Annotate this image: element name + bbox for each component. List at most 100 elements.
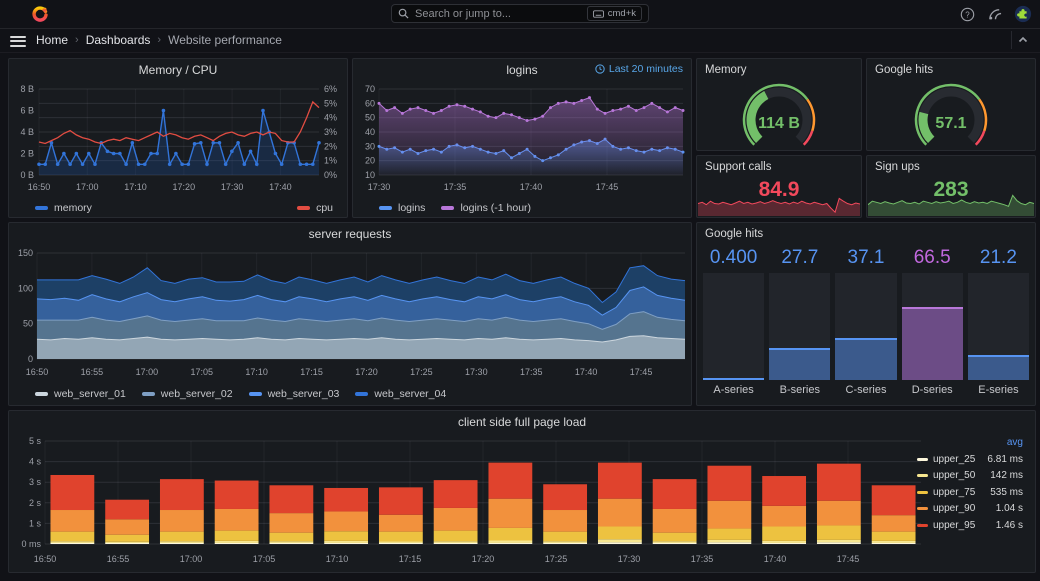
legend-item[interactable]: cpu — [297, 202, 333, 214]
legend-item[interactable]: web_server_02 — [141, 388, 233, 400]
svg-text:17:35: 17:35 — [520, 367, 543, 377]
menu-toggle-icon[interactable] — [10, 33, 26, 47]
bar-gauge-fill — [769, 348, 831, 380]
legend-avg-value: 1.46 s — [995, 519, 1023, 531]
legend-item[interactable]: memory — [35, 202, 92, 214]
legend-item[interactable]: upper_95 1.46 s — [917, 517, 1025, 534]
panel-sign-ups: Sign ups 283 — [866, 155, 1036, 218]
time-range-badge[interactable]: Last 20 minutes — [595, 63, 683, 75]
bar-gauge-label: A-series — [713, 384, 754, 396]
panel-support-calls: Support calls 84.9 — [696, 155, 862, 218]
svg-text:17:30: 17:30 — [368, 182, 391, 192]
svg-text:2 B: 2 B — [20, 149, 34, 159]
svg-text:17:05: 17:05 — [190, 367, 213, 377]
bar-gauge-value: 0.400 — [709, 247, 758, 268]
bar-gauge-fill — [835, 338, 897, 380]
svg-text:50: 50 — [23, 319, 33, 329]
legend-item[interactable]: web_server_04 — [355, 388, 446, 400]
legend-item[interactable]: upper_75 535 ms — [917, 484, 1025, 501]
svg-text:17:35: 17:35 — [444, 182, 467, 192]
bar-gauge-track[interactable] — [703, 273, 765, 380]
server-requests-chart[interactable]: 0 50 100 150 16:50 16:55 17:00 17:05 17:10 17:15 1… — [9, 245, 691, 381]
svg-text:3 s: 3 s — [29, 477, 42, 487]
legend-avg-value: 535 ms — [990, 486, 1023, 498]
panel-title[interactable]: Google hits — [697, 223, 1035, 240]
bar-gauge-fill — [703, 377, 765, 380]
panel-memory-cpu: Memory / CPU 0% 1% 2% 3% 4% 5% 6% 0 B 2 B 4 B 6 B 8… — [8, 58, 348, 218]
panel-title[interactable]: client side full page load — [9, 411, 1035, 433]
bar-gauge-column[interactable]: 37.1 C-series — [835, 247, 897, 399]
keyboard-icon — [592, 9, 604, 18]
svg-text:17:35: 17:35 — [691, 554, 714, 564]
legend-swatch — [917, 523, 928, 527]
legend-item[interactable]: logins — [379, 202, 425, 214]
legend-swatch — [917, 507, 928, 511]
bar-gauge-label: E-series — [978, 384, 1019, 396]
bar-gauge-track[interactable] — [769, 273, 831, 380]
news-icon[interactable] — [987, 7, 1002, 22]
svg-text:17:45: 17:45 — [596, 182, 619, 192]
svg-text:16:50: 16:50 — [26, 367, 49, 377]
panel-title[interactable]: server requests — [9, 223, 691, 245]
user-avatar[interactable] — [1014, 5, 1032, 23]
panel-title[interactable]: Support calls — [697, 156, 861, 173]
svg-text:4 B: 4 B — [20, 127, 34, 137]
legend-item[interactable]: upper_25 6.81 ms — [917, 451, 1025, 468]
panel-title[interactable]: Memory / CPU — [9, 59, 347, 81]
svg-text:17:40: 17:40 — [764, 554, 787, 564]
top-nav: Search or jump to... cmd+k ? — [0, 0, 1040, 29]
legend-item[interactable]: upper_90 1.04 s — [917, 501, 1025, 518]
svg-text:40: 40 — [365, 127, 375, 137]
breadcrumb-dashboards[interactable]: Dashboards — [86, 33, 151, 47]
svg-text:17:20: 17:20 — [472, 554, 495, 564]
client-load-legend: avg upper_25 6.81 ms upper_50 142 ms upper_75… — [917, 437, 1025, 534]
memory-gauge: 114 B — [742, 83, 816, 146]
bar-gauge-column[interactable]: 21.2 E-series — [967, 247, 1030, 399]
bar-gauge-track[interactable] — [901, 273, 963, 380]
svg-text:20: 20 — [365, 156, 375, 166]
svg-text:16:50: 16:50 — [34, 554, 57, 564]
google-hits-gauge: 57.1 — [914, 83, 988, 146]
legend-item[interactable]: web_server_01 — [35, 388, 126, 400]
bar-gauge-track[interactable] — [835, 273, 897, 380]
bar-gauge-value: 27.7 — [781, 247, 819, 268]
panel-title[interactable]: Sign ups — [867, 156, 1035, 173]
bar-gauge-value: 21.2 — [979, 247, 1017, 268]
svg-text:4 s: 4 s — [29, 457, 42, 467]
panel-logins: logins Last 20 minutes 10 20 30 40 50 60 70 17:… — [352, 58, 692, 218]
legend-item[interactable]: logins (-1 hour) — [441, 202, 531, 214]
bar-gauge-column[interactable]: 0.400 A-series — [703, 247, 765, 399]
logins-chart[interactable]: 10 20 30 40 50 60 70 17:30 17:35 17:40 17:45 — [353, 81, 691, 195]
svg-text:17:40: 17:40 — [520, 182, 543, 192]
search-input[interactable]: Search or jump to... cmd+k — [391, 4, 649, 23]
client-load-chart[interactable]: 0 ms 1 s 2 s 3 s 4 s 5 s 16:50 16:55 17:00 17:05 1… — [9, 433, 1035, 570]
legend-avg-value: 6.81 ms — [987, 453, 1023, 465]
bar-gauge-fill — [967, 355, 1030, 380]
legend-item[interactable]: web_server_03 — [248, 388, 339, 400]
svg-text:17:30: 17:30 — [618, 554, 641, 564]
bar-gauge-value: 66.5 — [913, 247, 951, 268]
bar-gauge-column[interactable]: 27.7 B-series — [769, 247, 831, 399]
svg-text:0 ms: 0 ms — [21, 539, 41, 549]
legend-swatch — [917, 474, 928, 478]
bar-gauge-track[interactable] — [967, 273, 1030, 380]
svg-text:17:20: 17:20 — [173, 182, 196, 192]
legend-item[interactable]: upper_50 142 ms — [917, 468, 1025, 485]
svg-text:57.1: 57.1 — [935, 115, 966, 132]
help-icon[interactable]: ? — [960, 7, 975, 22]
bar-gauge-fill — [901, 306, 963, 380]
logins-legend: logins logins (-1 hour) — [353, 200, 691, 214]
panel-title[interactable]: Memory — [697, 59, 861, 76]
bar-gauge-column[interactable]: 66.5 D-series — [901, 247, 963, 399]
panel-title[interactable]: Google hits — [867, 59, 1035, 76]
svg-text:17:10: 17:10 — [245, 367, 268, 377]
collapse-row-button[interactable] — [1011, 31, 1034, 49]
server-requests-legend: web_server_01 web_server_02 web_server_0… — [9, 386, 691, 400]
grafana-logo-icon[interactable] — [30, 4, 50, 24]
chevron-right-icon: › — [75, 34, 79, 46]
memory-cpu-chart[interactable]: 0% 1% 2% 3% 4% 5% 6% 0 B 2 B 4 B 6 B 8 B 16:50 17:00 1… — [9, 81, 347, 195]
breadcrumb-home[interactable]: Home — [36, 33, 68, 47]
support-calls-sparkline — [698, 197, 860, 216]
svg-text:30: 30 — [365, 141, 375, 151]
svg-text:17:20: 17:20 — [355, 367, 378, 377]
